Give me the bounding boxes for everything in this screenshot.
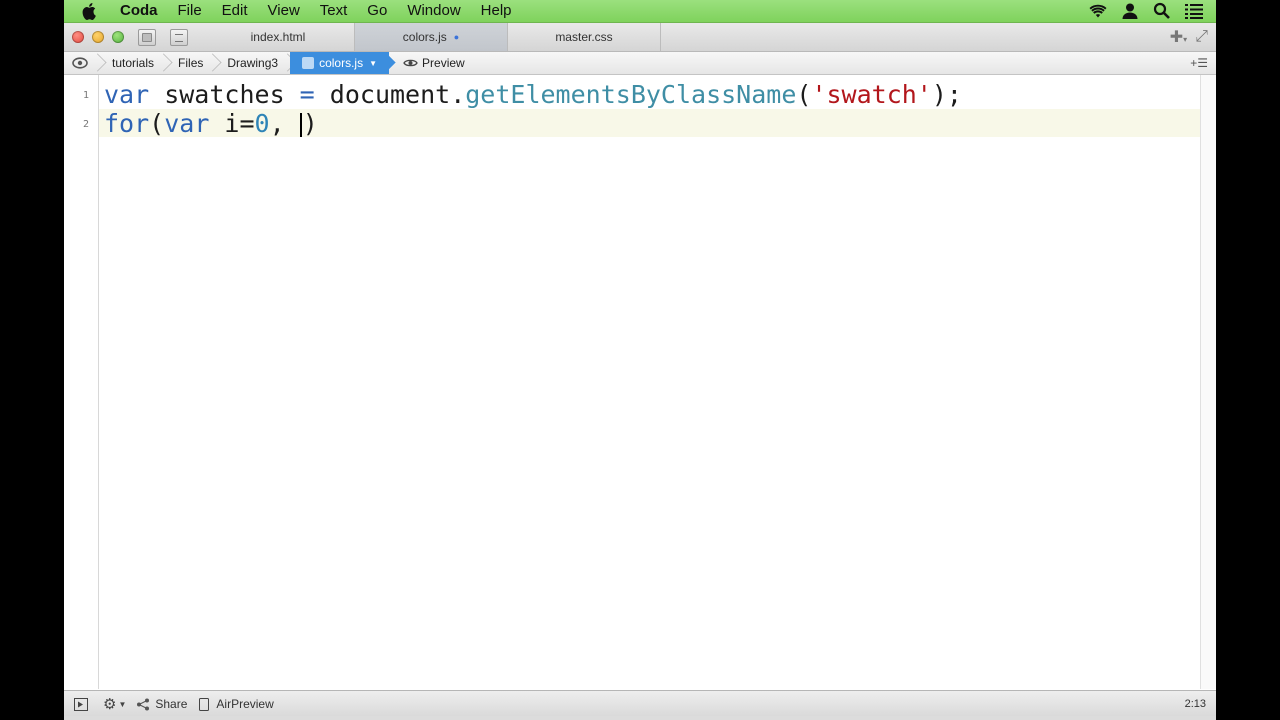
breadcrumb-colors-js[interactable]: colors.js ▼ [290,52,390,74]
split-view-icon[interactable]: +☰ [1190,56,1216,70]
airpreview-label: AirPreview [216,697,274,711]
code-token: i= [209,109,255,138]
chevron-down-icon: ▼ [369,58,378,68]
user-icon[interactable] [1120,2,1140,20]
breadcrumb-label: tutorials [112,56,155,70]
airpreview-button[interactable]: AirPreview [197,697,274,711]
breadcrumb-files[interactable]: Files [166,52,215,74]
code-line-2[interactable]: for(var i=0, ) [104,110,318,138]
breadcrumb-label: Files [178,56,204,70]
string-token: 'swatch' [811,80,932,109]
gear-icon: ⚙ [103,696,117,713]
number-token: 0 [254,109,270,138]
operator-token: = [299,80,315,109]
line-number: 1 [82,90,89,101]
menu-help[interactable]: Help [471,0,522,22]
tab-master-css[interactable]: master.css [508,23,661,51]
menu-view[interactable]: View [258,0,310,22]
toggle-panel-button[interactable] [74,697,93,711]
menu-edit[interactable]: Edit [212,0,258,22]
code-token: document. [314,80,466,109]
wifi-icon[interactable] [1088,2,1108,20]
tab-list: index.html colors.js ● master.css [202,23,661,51]
breadcrumb-label: colors.js [319,56,364,70]
code-line-1[interactable]: var swatches = document.getElementsByCla… [104,81,962,109]
window-bottom-edge [64,716,1216,720]
spotlight-icon[interactable] [1152,2,1172,20]
line-number: 2 [82,119,89,130]
code-token: swatches [149,80,300,109]
line-number-gutter: 1 2 [64,75,99,689]
window-controls [72,31,124,43]
code-token: ( [796,80,812,109]
code-token: ); [931,80,962,109]
keyword-token: for [104,109,150,138]
status-bar: ⚙ ▼ Share AirPreview 2:13 [64,690,1216,717]
site-menu-icon[interactable] [64,52,100,74]
code-editor[interactable]: 1 2 var swatches = document.getElementsB… [64,75,1216,689]
menu-go[interactable]: Go [357,0,397,22]
tab-bar: index.html colors.js ● master.css ✚▾ ⤢ [64,23,1216,52]
share-button[interactable]: Share [136,697,187,711]
code-token: ) [302,109,318,138]
share-label: Share [155,697,188,711]
text-cursor [299,113,302,137]
coda-window: Coda File Edit View Text Go Window Help [64,0,1216,720]
add-tab-icon[interactable]: ✚▾ [1170,27,1187,47]
menu-text[interactable]: Text [310,0,358,22]
menu-app-coda[interactable]: Coda [110,0,168,22]
tab-colors-js[interactable]: colors.js ● [355,23,508,51]
tab-index-html[interactable]: index.html [202,23,355,51]
menu-window[interactable]: Window [397,0,470,22]
function-token: getElementsByClassName [465,80,797,109]
breadcrumb: tutorials Files Drawing3 colors.js ▼ Pre… [64,52,1216,75]
keyword-token: var [104,80,150,109]
preview-button[interactable]: Preview [389,52,477,74]
apple-icon[interactable] [82,2,110,20]
chevron-down-icon: ▼ [118,699,127,709]
modified-dot-icon: ● [453,32,460,42]
share-icon [137,698,150,710]
eye-icon [403,59,418,67]
preview-label: Preview [422,56,465,70]
cursor-position: 2:13 [1184,698,1206,710]
keyword-token: var [164,109,210,138]
toggle-sidebar-button[interactable] [138,28,156,46]
breadcrumb-tutorials[interactable]: tutorials [100,52,166,74]
tab-label: master.css [555,30,613,44]
tab-label: colors.js [402,30,447,44]
vertical-scrollbar[interactable] [1200,75,1216,689]
code-token: ( [149,109,165,138]
zoom-window-button[interactable] [112,31,124,43]
code-token: , [269,109,300,138]
minimize-window-button[interactable] [92,31,104,43]
js-file-icon [302,57,315,69]
device-icon [199,697,210,711]
tab-label: index.html [250,30,306,44]
panel-icon [74,697,88,711]
toggle-sites-button[interactable] [170,28,188,46]
close-window-button[interactable] [72,31,84,43]
fullscreen-icon[interactable]: ⤢ [1195,28,1208,46]
breadcrumb-drawing3[interactable]: Drawing3 [215,52,290,74]
menu-bar: Coda File Edit View Text Go Window Help [64,0,1216,23]
notification-list-icon[interactable] [1184,2,1204,20]
menu-file[interactable]: File [168,0,212,22]
settings-menu-button[interactable]: ⚙ ▼ [103,695,126,713]
breadcrumb-label: Drawing3 [227,56,279,70]
